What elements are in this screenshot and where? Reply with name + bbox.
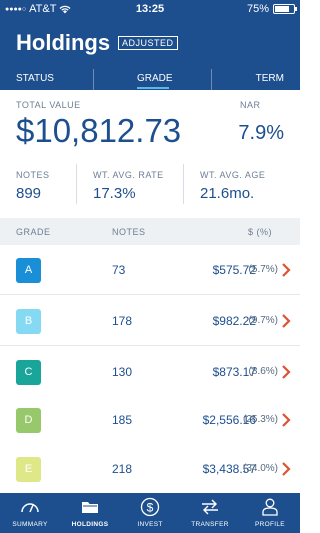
bottom-nav: SUMMARY HOLDINGS $ INVEST TRANSFER PROFI… — [0, 493, 300, 533]
stat-divider — [183, 164, 184, 204]
svg-text:$: $ — [147, 501, 154, 515]
tab-bar: STATUS GRADE TERM — [0, 67, 300, 90]
row-percent: (8.6%) — [248, 366, 278, 377]
list-header: GRADE NOTES $ (%) — [0, 218, 300, 245]
summary-panel: TOTAL VALUE $10,812.73 NAR 7.9% NOTES 89… — [0, 90, 300, 218]
total-value: $10,812.73 — [16, 112, 182, 149]
status-bar: ●●●●○ AT&T 13:25 75% — [0, 0, 300, 18]
nav-summary-label: SUMMARY — [12, 521, 48, 528]
row-percent: (5.7%) — [248, 264, 278, 275]
row-percent: (25.3%) — [242, 414, 278, 425]
notes-label: NOTES — [16, 170, 50, 180]
stat-divider — [76, 164, 77, 204]
wt-avg-rate-label: WT. AVG. RATE — [93, 170, 164, 180]
tab-divider — [211, 69, 212, 90]
row-notes: 130 — [112, 365, 133, 379]
grade-badge: E — [16, 457, 41, 482]
adjusted-badge[interactable]: ADJUSTED — [118, 36, 178, 50]
grade-row-a[interactable]: A 73 $575.72 (5.7%) — [0, 245, 300, 295]
active-tab-indicator — [137, 87, 169, 89]
nar-value: 7.9% — [238, 122, 284, 144]
chevron-right-icon[interactable] — [279, 412, 293, 428]
battery-percent: 75% — [246, 3, 269, 15]
person-icon — [262, 498, 278, 516]
header: ●●●●○ AT&T 13:25 75% Holdings ADJUSTED S… — [0, 0, 300, 90]
nav-transfer-label: TRANSFER — [191, 521, 229, 528]
nav-profile-label: PROFILE — [255, 521, 285, 528]
nav-profile[interactable]: PROFILE — [240, 493, 300, 533]
grade-badge: A — [16, 258, 41, 283]
wt-avg-age-label: WT. AVG. AGE — [200, 170, 266, 180]
tab-grade[interactable]: GRADE — [137, 73, 173, 84]
folder-icon — [82, 502, 98, 513]
notes-column-header: NOTES — [112, 227, 146, 237]
row-notes: 73 — [112, 263, 126, 277]
wt-avg-age-value: 21.6mo. — [200, 185, 255, 202]
transfer-arrows-icon — [202, 499, 218, 515]
chevron-right-icon[interactable] — [279, 461, 293, 477]
row-percent: (34.0%) — [242, 463, 278, 474]
battery-icon — [273, 4, 297, 14]
nav-invest-label: INVEST — [137, 521, 163, 528]
nav-holdings[interactable]: HOLDINGS — [60, 493, 120, 533]
nar-label: NAR — [240, 100, 261, 110]
grade-row-b[interactable]: B 178 $982.22 (9.7%) — [0, 296, 300, 346]
tab-term[interactable]: TERM — [256, 73, 284, 84]
dollar-circle-icon: $ — [140, 497, 160, 517]
nav-holdings-label: HOLDINGS — [71, 521, 109, 528]
tab-status[interactable]: STATUS — [16, 73, 54, 84]
chevron-right-icon[interactable] — [279, 262, 293, 278]
amount-column-header: $ (%) — [247, 227, 272, 237]
grade-row-c[interactable]: C 130 $873.17 (8.6%) — [0, 347, 300, 397]
wt-avg-rate-value: 17.3% — [93, 185, 136, 202]
chevron-right-icon[interactable] — [279, 364, 293, 380]
row-notes: 218 — [112, 462, 133, 476]
nav-transfer[interactable]: TRANSFER — [180, 493, 240, 533]
grade-column-header: GRADE — [16, 227, 51, 237]
row-notes: 178 — [112, 314, 133, 328]
chevron-right-icon[interactable] — [279, 313, 293, 329]
row-notes: 185 — [112, 413, 133, 427]
grade-badge: B — [16, 309, 41, 334]
gauge-icon — [21, 503, 39, 513]
grade-badge: C — [16, 360, 41, 385]
row-percent: (9.7%) — [248, 315, 278, 326]
nav-summary[interactable]: SUMMARY — [0, 493, 60, 533]
notes-value: 899 — [16, 185, 42, 202]
grade-row-d[interactable]: D 185 $2,556.16 (25.3%) — [0, 395, 300, 445]
grade-badge: D — [16, 408, 41, 433]
grade-row-e[interactable]: E 218 $3,438.57 (34.0%) — [0, 444, 300, 494]
total-value-label: TOTAL VALUE — [16, 100, 81, 110]
page-title: Holdings — [16, 30, 111, 55]
nav-invest[interactable]: $ INVEST — [120, 493, 180, 533]
tab-divider — [93, 69, 94, 90]
